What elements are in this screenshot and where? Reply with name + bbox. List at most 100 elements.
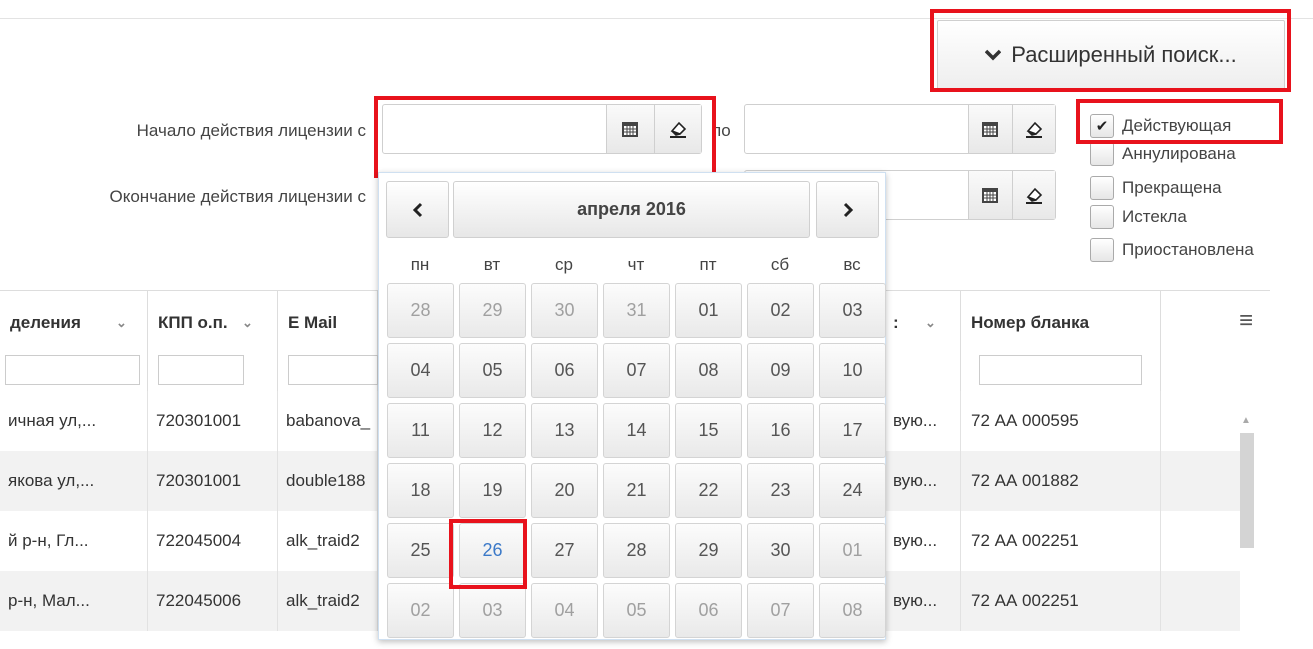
calendar-day[interactable]: 28 xyxy=(387,283,454,338)
clear-button[interactable] xyxy=(1011,171,1055,219)
calendar-day[interactable]: 02 xyxy=(747,283,814,338)
calendar-day[interactable]: 08 xyxy=(675,343,742,398)
calendar-button[interactable] xyxy=(968,105,1012,153)
calendar-day[interactable]: 26 xyxy=(459,523,526,578)
checkbox-checked[interactable]: ✔ xyxy=(1090,114,1114,138)
cell-status: вую... xyxy=(885,451,961,511)
calendar-day[interactable]: 17 xyxy=(819,403,886,458)
calendar-day[interactable]: 06 xyxy=(675,583,742,638)
calendar-day[interactable]: 13 xyxy=(531,403,598,458)
scroll-up-arrow-icon[interactable]: ▲ xyxy=(1241,415,1251,426)
calendar-day[interactable]: 11 xyxy=(387,403,454,458)
start-date-from-input[interactable] xyxy=(383,105,606,153)
clear-button[interactable] xyxy=(1011,105,1055,153)
column-header-address[interactable]: деления ⌄ xyxy=(0,291,148,391)
status-terminated[interactable]: Прекращена xyxy=(1090,176,1222,200)
calendar-day[interactable]: 25 xyxy=(387,523,454,578)
column-header-email[interactable]: E Mail xyxy=(278,291,378,391)
calendar-day[interactable]: 29 xyxy=(675,523,742,578)
weekday-label: пн xyxy=(410,255,430,274)
column-title: КПП о.п. xyxy=(158,313,228,332)
calendar-day[interactable]: 07 xyxy=(603,343,670,398)
calendar-day[interactable]: 24 xyxy=(819,463,886,518)
clear-button[interactable] xyxy=(653,105,701,153)
status-suspended[interactable]: Приостановлена xyxy=(1090,238,1254,262)
calendar-day[interactable]: 31 xyxy=(603,283,670,338)
calendar-day[interactable]: 19 xyxy=(459,463,526,518)
calendar-day[interactable]: 15 xyxy=(675,403,742,458)
column-title-fragment: : xyxy=(893,313,899,332)
cell-address: якова ул,... xyxy=(0,451,148,511)
calendar-day[interactable]: 22 xyxy=(675,463,742,518)
calendar-day[interactable]: 03 xyxy=(819,283,886,338)
calendar-day[interactable]: 02 xyxy=(387,583,454,638)
calendar-day[interactable]: 01 xyxy=(819,523,886,578)
filter-input[interactable] xyxy=(5,355,140,385)
advanced-search-button[interactable]: Расширенный поиск... xyxy=(937,20,1285,90)
cell-blank: 72 АА 000595 xyxy=(961,391,1161,451)
calendar-day[interactable]: 30 xyxy=(747,523,814,578)
calendar-day[interactable]: 12 xyxy=(459,403,526,458)
calendar-day[interactable]: 29 xyxy=(459,283,526,338)
filter-input[interactable] xyxy=(979,355,1142,385)
start-date-to-input[interactable] xyxy=(745,105,968,153)
weekday-label: чт xyxy=(627,255,645,274)
hamburger-menu-icon[interactable]: ≡ xyxy=(1239,307,1253,335)
column-header-status[interactable]: : ⌄ xyxy=(885,291,961,391)
weekday-label: сб xyxy=(770,255,790,274)
filter-input[interactable] xyxy=(158,355,244,385)
calendar-day[interactable]: 27 xyxy=(531,523,598,578)
calendar-day[interactable]: 08 xyxy=(819,583,886,638)
weekday-label: вс xyxy=(843,255,861,274)
calendar-day[interactable]: 23 xyxy=(747,463,814,518)
status-expired[interactable]: Истекла xyxy=(1090,205,1187,229)
calendar-day[interactable]: 30 xyxy=(531,283,598,338)
checkbox[interactable] xyxy=(1090,238,1114,262)
calendar-day[interactable]: 09 xyxy=(747,343,814,398)
to-label: по xyxy=(712,121,731,140)
calendar-day[interactable]: 04 xyxy=(387,343,454,398)
eraser-icon xyxy=(1025,187,1042,204)
month-title-button[interactable]: апреля 2016 xyxy=(453,181,810,238)
start-from-label: Начало действия лицензии с xyxy=(136,121,366,140)
start-date-from-field xyxy=(382,104,702,154)
calendar-day[interactable]: 05 xyxy=(603,583,670,638)
calendar-button[interactable] xyxy=(606,105,654,153)
column-header-kpp[interactable]: КПП о.п. ⌄ xyxy=(148,291,278,391)
cell-email: babanova_ xyxy=(278,391,378,451)
calendar-day[interactable]: 18 xyxy=(387,463,454,518)
calendar-day[interactable]: 10 xyxy=(819,343,886,398)
status-label: Истекла xyxy=(1122,207,1187,226)
calendar-day[interactable]: 16 xyxy=(747,403,814,458)
calendar-day[interactable]: 01 xyxy=(675,283,742,338)
chevron-left-icon xyxy=(412,202,422,217)
calendar-day[interactable]: 07 xyxy=(747,583,814,638)
status-active[interactable]: ✔ Действующая xyxy=(1090,114,1231,138)
datepicker-popup: апреля 2016 пн вт ср чт пт сб вс 28 29 30 31 01 02 0… xyxy=(378,172,886,640)
calendar-day[interactable]: 06 xyxy=(531,343,598,398)
calendar-day[interactable]: 14 xyxy=(603,403,670,458)
top-divider xyxy=(0,18,1313,19)
column-title: E Mail xyxy=(288,313,338,332)
checkbox[interactable] xyxy=(1090,176,1114,200)
calendar-icon xyxy=(982,122,999,137)
column-header-blank[interactable]: Номер бланка xyxy=(961,291,1161,391)
cell-kpp: 722045006 xyxy=(148,571,278,631)
calendar-day[interactable]: 05 xyxy=(459,343,526,398)
status-label: Приостановлена xyxy=(1122,240,1254,259)
calendar-day[interactable]: 21 xyxy=(603,463,670,518)
calendar-day[interactable]: 04 xyxy=(531,583,598,638)
next-month-button[interactable] xyxy=(816,181,879,238)
status-annulled[interactable]: Аннулирована xyxy=(1090,142,1236,166)
prev-month-button[interactable] xyxy=(386,181,449,238)
chevron-down-icon xyxy=(985,49,1002,61)
filter-input[interactable] xyxy=(288,355,378,385)
cell-kpp: 720301001 xyxy=(148,391,278,451)
checkbox[interactable] xyxy=(1090,142,1114,166)
checkbox[interactable] xyxy=(1090,205,1114,229)
calendar-button[interactable] xyxy=(968,171,1012,219)
scrollbar-thumb[interactable] xyxy=(1240,433,1254,548)
calendar-day[interactable]: 03 xyxy=(459,583,526,638)
calendar-day[interactable]: 28 xyxy=(603,523,670,578)
calendar-day[interactable]: 20 xyxy=(531,463,598,518)
